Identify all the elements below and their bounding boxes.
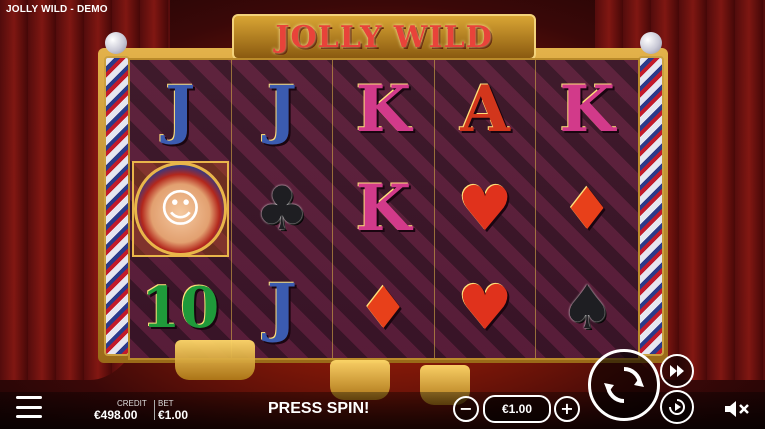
symbol-k: K [355, 71, 412, 147]
reel-cell: ♦ [536, 159, 638, 258]
reel-cell: K [536, 60, 638, 159]
spin-icon [604, 367, 644, 403]
symbol-club-icon: ♣ [254, 173, 309, 244]
symbol-heart-icon: ♥ [457, 271, 513, 345]
gold-bars-decoration [175, 340, 255, 380]
autoplay-button[interactable] [660, 390, 694, 424]
reel-cell: A [435, 60, 537, 160]
divider [154, 400, 155, 420]
symbol-a: A [460, 71, 510, 147]
spin-button[interactable] [588, 349, 660, 421]
autoplay-icon [669, 399, 685, 415]
game-logo: JOLLY WILD [232, 14, 536, 60]
reel-cell: ☺ [130, 159, 232, 259]
reel-cell: ♣ [232, 159, 334, 259]
pillar-ball-right [640, 32, 662, 54]
mute-button[interactable] [722, 398, 752, 420]
turbo-icon [670, 365, 684, 377]
symbol-j: J [266, 270, 298, 346]
bet-selector-value[interactable]: €1.00 [483, 395, 551, 423]
symbol-10: 10 [141, 275, 220, 342]
pillar-right [638, 56, 664, 356]
mute-icon [725, 401, 749, 417]
reel-cell: K [333, 159, 435, 259]
reel-cell: ♦ [333, 258, 435, 358]
symbol-heart-icon: ♥ [457, 171, 513, 245]
reel-cell: ♥ [435, 258, 537, 358]
reel-cell: ♠ [536, 259, 638, 358]
symbol-k: K [559, 71, 615, 147]
status-message: PRESS SPIN! [268, 400, 370, 417]
symbol-diamond-icon: ♦ [357, 274, 410, 343]
symbol-j: J [165, 71, 196, 147]
joker-wild-icon: ☺ [134, 162, 227, 256]
reel-cell: J [130, 60, 232, 160]
wild-highlight: ☺ [132, 161, 229, 257]
decrease-bet-button[interactable]: − [453, 396, 479, 422]
reel-cell: K [333, 60, 435, 160]
symbol-k: K [355, 170, 412, 246]
bet-label: BET [158, 399, 174, 408]
logo-text: JOLLY WILD [275, 19, 493, 55]
increase-bet-button[interactable]: + [554, 396, 580, 422]
symbol-j: J [266, 71, 298, 147]
pillar-ball-left [105, 32, 127, 54]
window-title: JOLLY WILD - DEMO [6, 4, 108, 15]
reel-grid: J J K A K ☺ ♣ K ♥ ♦ 10 J ♦ ♥ ♠ [128, 58, 640, 360]
symbol-spade-icon: ♠ [560, 273, 615, 344]
pillar-left [104, 56, 130, 356]
reel-cell: J [232, 60, 334, 160]
credit-value: €498.00 [94, 408, 138, 422]
reel-cell: ♥ [435, 159, 537, 259]
symbol-diamond-icon: ♦ [561, 174, 614, 243]
credit-label: CREDIT [117, 399, 147, 408]
bet-value: €1.00 [158, 408, 189, 422]
turbo-button[interactable] [660, 354, 694, 388]
menu-icon[interactable] [16, 396, 42, 418]
